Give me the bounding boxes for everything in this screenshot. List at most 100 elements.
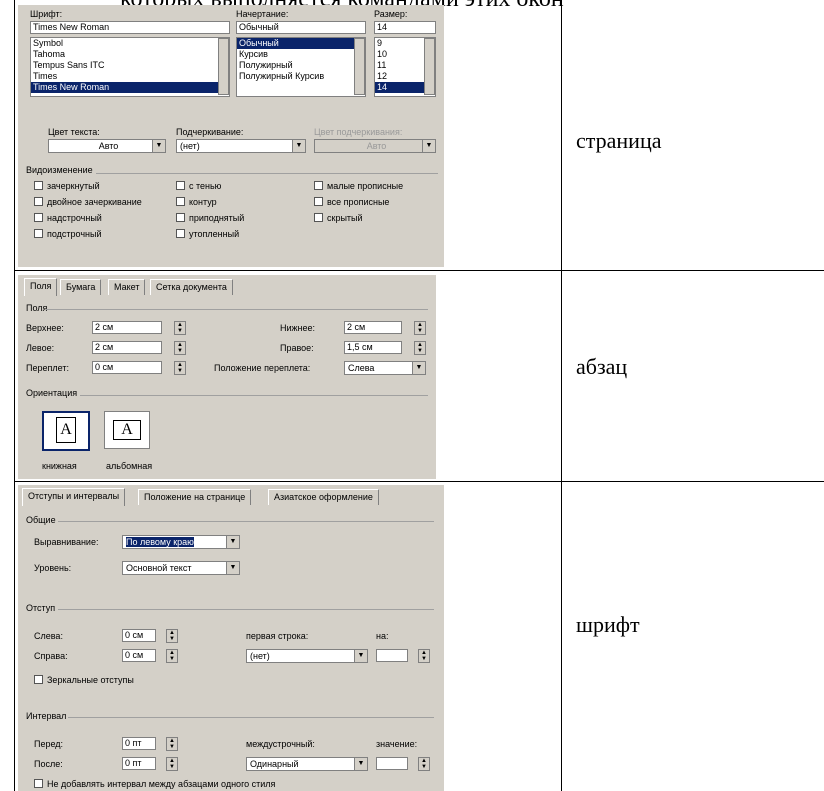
bottom-margin-spinner[interactable]: ▲ ▼ xyxy=(414,321,426,335)
left-margin-label: Левое: xyxy=(26,343,55,353)
gutter-spinner[interactable]: ▲ ▼ xyxy=(174,361,186,375)
indent-left-field[interactable]: 0 см xyxy=(122,629,156,642)
checkbox-subscript[interactable]: подстрочный xyxy=(34,229,102,239)
underline-combo[interactable]: (нет) ▼ xyxy=(176,139,306,153)
tab-margins[interactable]: Поля xyxy=(24,278,58,296)
chevron-down-icon[interactable]: ▼ xyxy=(292,140,305,152)
alignment-combo[interactable]: По левому краю ▼ xyxy=(122,535,240,549)
chevron-down-icon[interactable]: ▼ xyxy=(152,140,165,152)
list-item[interactable]: Полужирный Курсив xyxy=(237,71,365,82)
gutter-field[interactable]: 0 см xyxy=(92,361,162,374)
general-group xyxy=(58,521,434,522)
tab-doc-grid[interactable]: Сетка документа xyxy=(150,279,233,295)
label-paragraph: абзац xyxy=(576,354,628,379)
tab-line-page-breaks[interactable]: Положение на странице xyxy=(138,489,252,505)
list-item[interactable]: Symbol xyxy=(31,38,229,49)
list-item-selected[interactable]: Обычный xyxy=(237,38,365,49)
portrait-option[interactable]: A xyxy=(42,411,90,451)
checkbox-superscript[interactable]: надстрочный xyxy=(34,213,102,223)
font-list-scrollbar[interactable] xyxy=(218,38,229,95)
spacing-value-field[interactable] xyxy=(376,757,408,770)
checkbox-emboss[interactable]: приподнятый xyxy=(176,213,244,223)
font-style-field[interactable]: Обычный xyxy=(236,21,366,34)
font-name-field[interactable]: Times New Roman xyxy=(30,21,230,34)
indent-left-spinner[interactable]: ▲ ▼ xyxy=(166,629,178,643)
indent-by-spinner[interactable]: ▲ ▼ xyxy=(418,649,430,663)
left-margin-field[interactable]: 2 см xyxy=(92,341,162,354)
list-item[interactable]: Times xyxy=(31,71,229,82)
checkbox-strikethrough[interactable]: зачеркнутый xyxy=(34,181,100,191)
font-size-field[interactable]: 14 xyxy=(374,21,436,34)
gutter-position-combo[interactable]: Слева ▼ xyxy=(344,361,426,375)
checkbox-all-caps[interactable]: все прописные xyxy=(314,197,389,207)
tab-layout[interactable]: Макет xyxy=(108,279,146,295)
list-item[interactable]: Tahoma xyxy=(31,49,229,60)
landscape-option[interactable]: A xyxy=(104,411,150,449)
space-before-field[interactable]: 0 пт xyxy=(122,737,156,750)
chevron-down-icon[interactable]: ▼ xyxy=(226,536,239,548)
indent-by-field[interactable] xyxy=(376,649,408,662)
chevron-down-icon[interactable]: ▼ xyxy=(422,140,435,152)
page-setup-screenshot: Поля Бумага Макет Сетка документа Поля В… xyxy=(18,275,436,479)
underline-label: Подчеркивание: xyxy=(176,127,244,137)
tab-asian-typography[interactable]: Азиатское оформление xyxy=(268,489,379,505)
indent-right-field[interactable]: 0 см xyxy=(122,649,156,662)
paragraph-screenshot: Отступы и интервалы Положение на страниц… xyxy=(18,485,444,791)
list-item-selected[interactable]: Times New Roman xyxy=(31,82,229,93)
first-line-value: (нет) xyxy=(250,651,270,661)
list-item[interactable]: Полужирный xyxy=(237,60,365,71)
chevron-down-icon[interactable]: ▼ xyxy=(354,758,367,770)
top-margin-spinner[interactable]: ▲ ▼ xyxy=(174,321,186,335)
underline-color-combo[interactable]: Авто ▼ xyxy=(314,139,436,153)
outline-level-combo[interactable]: Основной текст ▼ xyxy=(122,561,240,575)
checkbox-double-strikethrough[interactable]: двойное зачеркивание xyxy=(34,197,142,207)
list-item[interactable]: Tempus Sans ITC xyxy=(31,60,229,71)
indent-by-label: на: xyxy=(376,631,389,641)
left-margin-spinner[interactable]: ▲ ▼ xyxy=(174,341,186,355)
checkbox-engrave[interactable]: утопленный xyxy=(176,229,239,239)
alignment-label: Выравнивание: xyxy=(34,537,99,547)
alignment-value: По левому краю xyxy=(126,537,194,547)
right-margin-spinner[interactable]: ▲ ▼ xyxy=(414,341,426,355)
margins-label: Поля xyxy=(26,303,48,313)
line-spacing-value: Одинарный xyxy=(250,759,299,769)
space-after-field[interactable]: 0 пт xyxy=(122,757,156,770)
line-spacing-combo[interactable]: Одинарный ▼ xyxy=(246,757,368,771)
space-after-label: После: xyxy=(34,759,63,769)
underline-color-value: Авто xyxy=(366,141,387,151)
checkbox-shadow[interactable]: с тенью xyxy=(176,181,221,191)
tab-indents-spacing[interactable]: Отступы и интервалы xyxy=(22,488,126,506)
chevron-down-icon[interactable]: ▼ xyxy=(354,650,367,662)
size-list-scrollbar[interactable] xyxy=(424,38,435,95)
chevron-down-icon[interactable]: ▼ xyxy=(412,362,425,374)
checkbox-small-caps[interactable]: малые прописные xyxy=(314,181,403,191)
checkbox-outline[interactable]: контур xyxy=(176,197,217,207)
style-list-scrollbar[interactable] xyxy=(354,38,365,95)
space-after-spinner[interactable]: ▲ ▼ xyxy=(166,757,178,771)
font-style-list[interactable]: Обычный Курсив Полужирный Полужирный Кур… xyxy=(236,37,366,97)
underline-color-label: Цвет подчеркивания: xyxy=(314,127,403,137)
first-line-combo[interactable]: (нет) ▼ xyxy=(246,649,368,663)
indent-right-spinner[interactable]: ▲ ▼ xyxy=(166,649,178,663)
table-right-divider-1 xyxy=(561,270,824,271)
right-margin-field[interactable]: 1,5 см xyxy=(344,341,402,354)
top-margin-field[interactable]: 2 см xyxy=(92,321,162,334)
top-margin-label: Верхнее: xyxy=(26,323,64,333)
paragraph-tabs: Отступы и интервалы Положение на страниц… xyxy=(22,488,432,506)
font-name-list[interactable]: Symbol Tahoma Tempus Sans ITC Times Time… xyxy=(30,37,230,97)
checkbox-hidden[interactable]: скрытый xyxy=(314,213,363,223)
bottom-margin-field[interactable]: 2 см xyxy=(344,321,402,334)
gutter-label: Переплет: xyxy=(26,363,69,373)
chevron-down-icon[interactable]: ▼ xyxy=(226,562,239,574)
text-color-combo[interactable]: Авто ▼ xyxy=(48,139,166,153)
checkbox-no-space-same-style[interactable]: Не добавлять интервал между абзацами одн… xyxy=(34,779,275,789)
text-color-value: Авто xyxy=(98,141,119,151)
checkbox-mirror-indents[interactable]: Зеркальные отступы xyxy=(34,675,134,685)
indent-right-label: Справа: xyxy=(34,651,68,661)
tab-paper[interactable]: Бумага xyxy=(60,279,102,295)
space-before-spinner[interactable]: ▲ ▼ xyxy=(166,737,178,751)
effects-label: Видоизменение xyxy=(26,165,96,175)
line-spacing-label: междустрочный: xyxy=(246,739,315,749)
spacing-value-spinner[interactable]: ▲ ▼ xyxy=(418,757,430,771)
list-item[interactable]: Курсив xyxy=(237,49,365,60)
